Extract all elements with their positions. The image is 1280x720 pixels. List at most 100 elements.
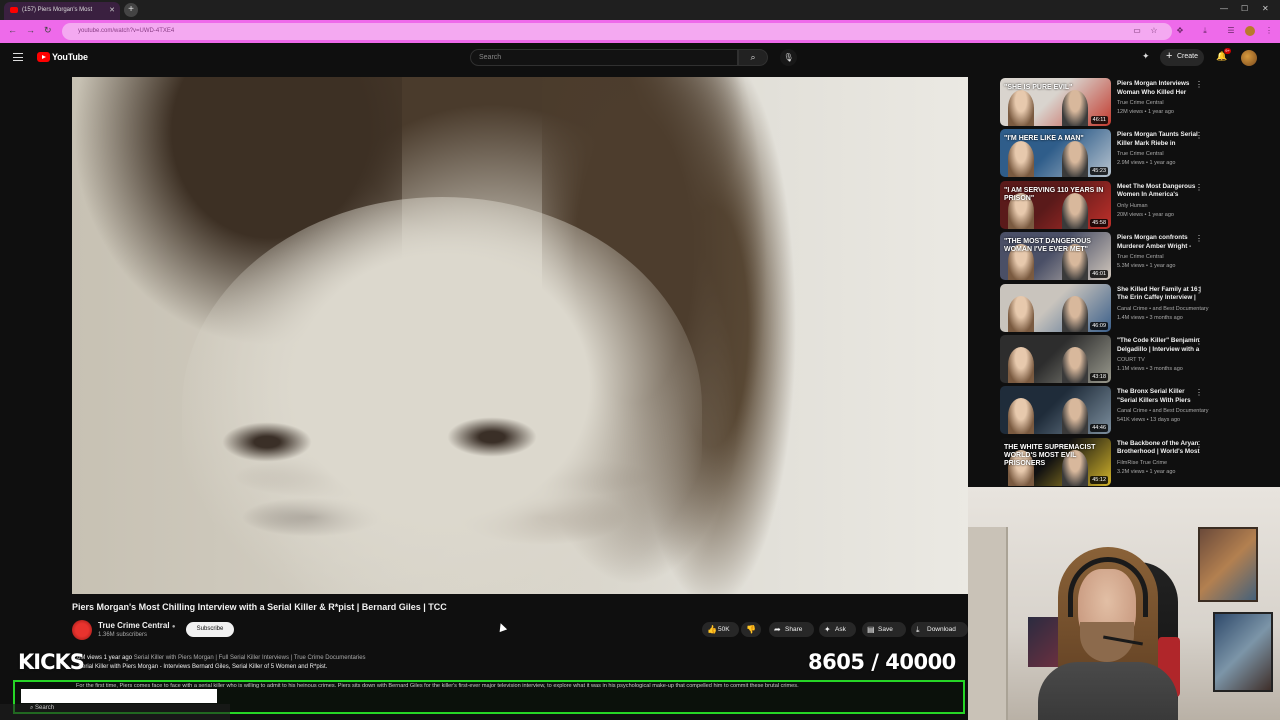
taskbar-search-label: Search xyxy=(35,705,55,711)
more-options-icon[interactable]: ⋮ xyxy=(1195,440,1203,449)
video-player[interactable] xyxy=(72,77,968,594)
recommendation-channel[interactable]: Canal Crime • and Best Documentary xyxy=(1117,306,1209,312)
recommendation-thumbnail[interactable]: "I'M HERE LIKE A MAN" 45:23 xyxy=(1000,129,1111,178)
thumbnail-text: "THE MOST DANGEROUS WOMAN I'VE EVER MET" xyxy=(1004,238,1091,254)
recommendation-channel[interactable]: True Crime Central xyxy=(1117,151,1164,157)
youtube-logo-icon[interactable] xyxy=(37,52,50,62)
search-input[interactable]: Search xyxy=(470,49,738,66)
recommendation-item[interactable]: 43:18 "The Code Killer" Benjamin Delgadil… xyxy=(1000,335,1205,383)
webcam-streamer xyxy=(1008,547,1208,720)
description-tags: Serial Killer with Piers Morgan | Full S… xyxy=(133,655,366,661)
cast-icon[interactable]: ▭ xyxy=(1132,26,1142,36)
browser-tab[interactable]: (157) Piers Morgan's Most ✕ xyxy=(4,2,120,20)
download-button[interactable]: ⤓ Download xyxy=(911,622,968,637)
recommendation-thumbnail[interactable]: 44:46 xyxy=(1000,386,1111,435)
mouse-cursor-icon xyxy=(496,621,508,633)
thumbnail-person xyxy=(1062,347,1088,383)
dislike-button[interactable]: 👎 xyxy=(741,622,761,637)
menu-icon[interactable] xyxy=(13,53,23,61)
channel-avatar[interactable] xyxy=(72,620,92,640)
recommendation-item[interactable]: 44:46 The Bronx Serial Killer "Serial Kil… xyxy=(1000,386,1209,435)
create-button[interactable]: Create xyxy=(1160,49,1204,66)
channel-name-text: True Crime Central xyxy=(98,621,170,630)
recommendation-title[interactable]: Meet The Most Dangerous Women In America… xyxy=(1117,183,1202,200)
more-options-icon[interactable]: ⋮ xyxy=(1195,286,1203,295)
description-stats[interactable]: 1.6M views 1 year ago Serial Killer with… xyxy=(72,655,366,661)
recommendation-channel[interactable]: Only Human xyxy=(1117,203,1148,209)
recommendation-title[interactable]: The Backbone of the Aryan Brotherhood | … xyxy=(1117,440,1202,457)
more-options-icon[interactable]: ⋮ xyxy=(1195,131,1203,140)
like-button[interactable]: 👍 50K xyxy=(702,622,739,637)
verified-icon: ● xyxy=(171,624,176,630)
recommendation-channel[interactable]: FilmRise True Crime xyxy=(1117,460,1167,466)
subscriber-count: 1.36M subscribers xyxy=(98,632,148,638)
maximize-icon[interactable]: ☐ xyxy=(1241,4,1248,13)
more-options-icon[interactable]: ⋮ xyxy=(1195,183,1203,192)
account-avatar[interactable] xyxy=(1241,50,1257,66)
subscribe-button[interactable]: Subscribe xyxy=(186,622,234,637)
minimize-icon[interactable]: — xyxy=(1220,4,1228,13)
reading-list-icon[interactable]: ☰ xyxy=(1226,26,1236,36)
share-label: Share xyxy=(785,626,803,633)
channel-name[interactable]: True Crime Central ● xyxy=(98,621,175,630)
video-duration: 45:58 xyxy=(1090,218,1108,227)
youtube-logo-text[interactable]: YouTube xyxy=(52,52,88,62)
search-button[interactable]: ⌕ xyxy=(738,49,768,66)
recommendation-thumbnail[interactable]: 46:09 xyxy=(1000,283,1111,332)
recommendation-item[interactable]: "I'M HERE LIKE A MAN" 45:23 Piers Morgan T… xyxy=(1000,129,1205,178)
video-frame-right-eye xyxy=(447,417,537,457)
close-tab-icon[interactable]: ✕ xyxy=(109,6,115,14)
close-window-icon[interactable]: ✕ xyxy=(1262,4,1269,13)
recommendation-meta: 12M views • 1 year ago xyxy=(1117,109,1174,115)
recommendation-title[interactable]: She Killed Her Family at 16 | The Erin C… xyxy=(1117,286,1202,303)
bookmark-star-icon[interactable]: ☆ xyxy=(1149,26,1159,36)
activity-icon[interactable]: ✦ xyxy=(1142,51,1150,62)
recommendation-thumbnail[interactable]: "THE MOST DANGEROUS WOMAN I'VE EVER MET"… xyxy=(1000,232,1111,281)
more-options-icon[interactable]: ⋮ xyxy=(1195,80,1203,89)
taskbar-search[interactable]: ⌕ Search xyxy=(30,705,54,712)
video-frame-face xyxy=(182,197,702,594)
recommendation-thumbnail[interactable]: THE WHITE SUPREMACIST WORLD'S MOST EVIL … xyxy=(1000,437,1111,486)
share-button[interactable]: ➦ Share xyxy=(769,622,814,637)
address-field[interactable]: youtube.com/watch?v=UWD-4TXE4 xyxy=(62,23,1172,40)
ask-button[interactable]: ✦ Ask xyxy=(819,622,856,637)
downloads-icon[interactable]: ⤓ xyxy=(1200,26,1210,36)
extensions-icon[interactable]: ✥ xyxy=(1175,26,1185,36)
voice-search-button[interactable]: 🎙 xyxy=(780,49,797,66)
recommendation-thumbnail[interactable]: 43:18 xyxy=(1000,335,1111,383)
browser-menu-icon[interactable]: ⋮ xyxy=(1264,26,1274,36)
recommendation-title[interactable]: The Bronx Serial Killer "Serial Killers … xyxy=(1117,388,1202,405)
profile-avatar-icon[interactable] xyxy=(1245,26,1255,36)
recommendation-item[interactable]: THE WHITE SUPREMACIST WORLD'S MOST EVIL … xyxy=(1000,437,1205,486)
recommendation-thumbnail[interactable]: "SHE IS PURE EVIL" 46:11 xyxy=(1000,78,1111,126)
recommendation-item[interactable]: "I AM SERVING 110 YEARS IN PRISON" 45:58 M… xyxy=(1000,180,1205,229)
recommendation-meta: 541K views • 13 days ago xyxy=(1117,417,1181,424)
save-button[interactable]: ▤ Save xyxy=(862,622,906,637)
back-icon[interactable]: ← xyxy=(8,25,17,35)
recommendation-channel[interactable]: COURT TV xyxy=(1117,357,1145,363)
recommendation-item[interactable]: "SHE IS PURE EVIL" 46:11 Piers Morgan Inte… xyxy=(1000,78,1205,126)
recommendation-meta: 1.1M views • 3 months ago xyxy=(1117,366,1183,372)
more-options-icon[interactable]: ⋮ xyxy=(1195,388,1203,397)
more-options-icon[interactable]: ⋮ xyxy=(1195,337,1203,346)
recommendation-title[interactable]: Piers Morgan Taunts Serial Killer Mark R… xyxy=(1117,131,1202,148)
save-label: Save xyxy=(878,626,893,633)
sparkle-icon: ✦ xyxy=(824,625,831,634)
new-tab-button[interactable]: + xyxy=(124,3,138,17)
recommendation-title[interactable]: Piers Morgan confronts Murderer Amber Wr… xyxy=(1117,234,1202,251)
thumbnail-person xyxy=(1008,90,1034,126)
recommendation-channel[interactable]: Canal Crime • and Best Documentary xyxy=(1117,408,1209,414)
forward-icon[interactable]: → xyxy=(26,25,35,35)
recommendation-channel[interactable]: True Crime Central xyxy=(1117,254,1164,260)
thumbnail-text: "I AM SERVING 110 YEARS IN PRISON" xyxy=(1004,186,1104,202)
recommendation-title[interactable]: "The Code Killer" Benjamin Delgadillo | … xyxy=(1117,337,1202,354)
thumbs-down-icon: 👎 xyxy=(746,625,756,634)
reload-icon[interactable]: ↻ xyxy=(44,25,52,36)
recommendation-item[interactable]: 46:09 She Killed Her Family at 16 | The E… xyxy=(1000,283,1209,332)
recommendation-channel[interactable]: True Crime Central xyxy=(1117,100,1164,106)
recommendation-thumbnail[interactable]: "I AM SERVING 110 YEARS IN PRISON" 45:58 xyxy=(1000,180,1111,229)
webcam-wall-art-2 xyxy=(1213,612,1273,692)
recommendation-title[interactable]: Piers Morgan Interviews Woman Who Killed… xyxy=(1117,80,1202,97)
recommendation-item[interactable]: "THE MOST DANGEROUS WOMAN I'VE EVER MET"… xyxy=(1000,232,1205,281)
more-options-icon[interactable]: ⋮ xyxy=(1195,234,1203,243)
